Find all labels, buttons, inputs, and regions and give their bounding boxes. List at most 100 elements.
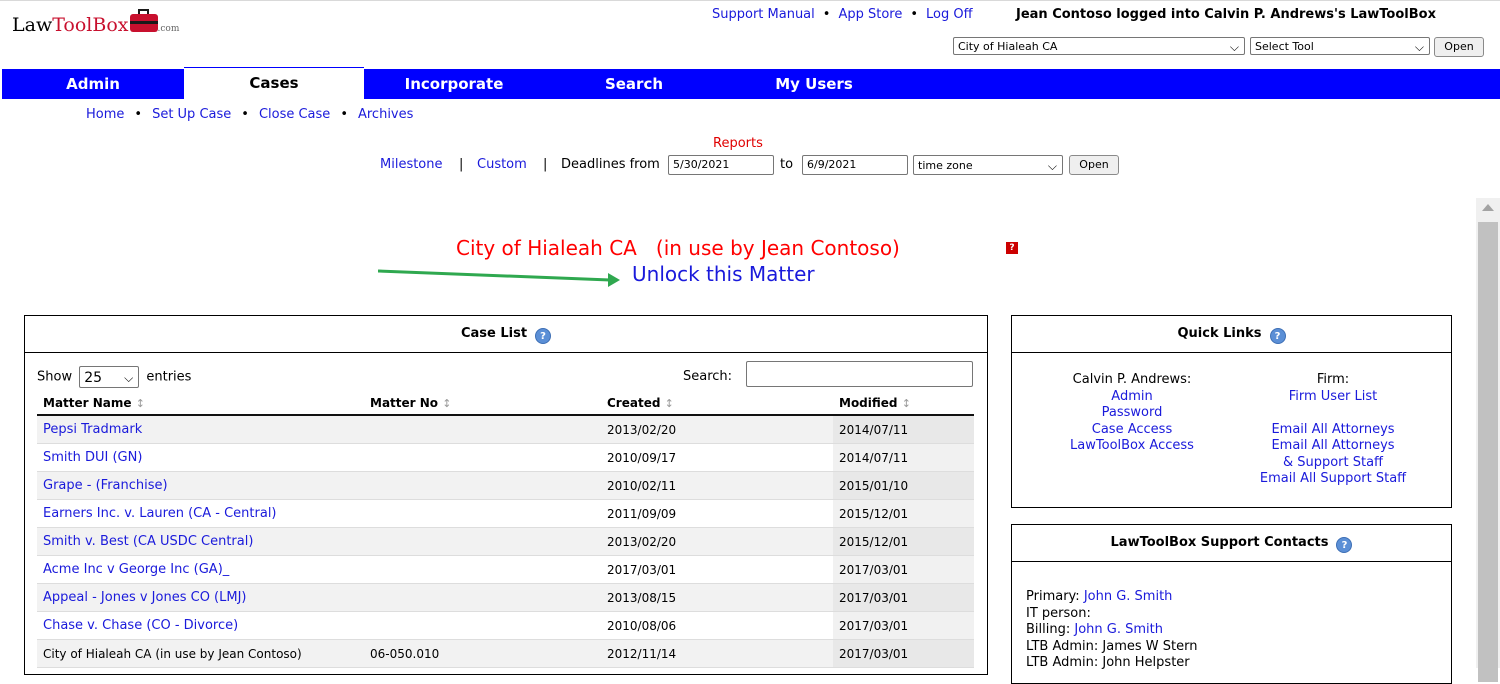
column-header-created[interactable]: Created ↕: [601, 392, 833, 416]
primary-contact-link[interactable]: John G. Smith: [1084, 589, 1173, 604]
bullet-separator: •: [822, 7, 831, 22]
nav-admin[interactable]: Admin: [2, 69, 184, 99]
deadlines-to-date-input[interactable]: 6/9/2021: [802, 155, 908, 175]
matter-name-cell[interactable]: Smith DUI (GN): [37, 443, 364, 472]
help-icon[interactable]: ?: [1336, 537, 1353, 553]
deadlines-from-label: Deadlines from: [561, 157, 660, 172]
scroll-up-arrow-icon[interactable]: [1482, 204, 1494, 211]
matter-name-cell[interactable]: Pepsi Tradmark: [37, 415, 364, 444]
time-zone-select[interactable]: time zone ⌵: [913, 155, 1063, 175]
table-row[interactable]: Smith DUI (GN) 2010/09/17 2014/07/11: [37, 443, 974, 472]
matter-name-cell[interactable]: Grape - (Franchise): [37, 471, 364, 500]
table-row[interactable]: Grape - (Franchise) 2010/02/11 2015/01/10: [37, 471, 974, 500]
column-label: Matter No: [370, 396, 439, 410]
entries-select[interactable]: 25 ⌵: [79, 366, 140, 388]
column-header-matter-no[interactable]: Matter No ↕: [364, 392, 601, 416]
table-row[interactable]: Acme Inc v George Inc (GA)_ 2017/03/01 201…: [37, 555, 974, 584]
deadlines-from-date-input[interactable]: 5/30/2021: [668, 155, 774, 175]
to-label: to: [780, 157, 794, 172]
case-search-input[interactable]: [746, 361, 973, 387]
matter-name-cell[interactable]: Earners Inc. v. Lauren (CA - Central): [37, 499, 364, 528]
table-row[interactable]: Earners Inc. v. Lauren (CA - Central) 201…: [37, 499, 974, 528]
matter-name-cell[interactable]: Smith v. Best (CA USDC Central): [37, 527, 364, 556]
modified-cell: 2014/07/11: [833, 443, 974, 472]
billing-contact: Billing: John G. Smith: [1026, 622, 1197, 639]
help-icon[interactable]: ?: [1269, 328, 1286, 344]
show-label: Show: [37, 369, 73, 385]
matter-no-cell: [364, 499, 601, 528]
support-contacts-title: LawToolBox Support Contacts: [1110, 535, 1329, 550]
case-list-header: Case List?: [25, 316, 987, 353]
subnav-home[interactable]: Home: [86, 107, 124, 122]
primary-contact: Primary: John G. Smith: [1026, 589, 1197, 606]
help-icon[interactable]: ?: [1006, 242, 1018, 254]
log-off-link[interactable]: Log Off: [926, 7, 973, 22]
password-link[interactable]: Password: [1042, 405, 1222, 422]
scrollbar-thumb[interactable]: [1478, 222, 1498, 682]
logo-text-toolbox: ToolBox: [52, 14, 129, 36]
milestone-link[interactable]: Milestone: [380, 157, 443, 172]
toolbox-icon: [129, 9, 158, 32]
ltb-admin-2: LTB Admin: John Helpster: [1026, 655, 1190, 670]
nav-cases[interactable]: Cases: [184, 67, 364, 100]
lawtoolbox-access-link[interactable]: LawToolBox Access: [1042, 438, 1222, 455]
matter-name-cell[interactable]: Appeal - Jones v Jones CO (LMJ): [37, 583, 364, 612]
search-label: Search:: [683, 369, 733, 384]
table-row[interactable]: Appeal - Jones v Jones CO (LMJ) 2013/08/1…: [37, 583, 974, 612]
column-header-matter-name[interactable]: Matter Name ↕: [37, 392, 364, 416]
case-table: Matter Name ↕ Matter No ↕ Created ↕ Modi…: [37, 392, 974, 668]
unlock-matter-link[interactable]: Unlock this Matter: [632, 262, 815, 286]
nav-incorporate[interactable]: Incorporate: [364, 69, 544, 99]
open-tool-button[interactable]: Open: [1434, 37, 1484, 57]
page-scrollbar[interactable]: [1476, 198, 1500, 682]
matter-select[interactable]: City of Hialeah CA ⌵: [953, 37, 1245, 55]
sort-icon: ↕: [135, 397, 145, 410]
modified-cell: 2014/07/11: [833, 415, 974, 444]
firm-user-list-link[interactable]: Firm User List: [1242, 389, 1424, 406]
lawtoolbox-logo[interactable]: LawToolBox .com: [12, 9, 179, 36]
help-icon[interactable]: ?: [535, 328, 552, 344]
table-row[interactable]: Chase v. Chase (CO - Divorce) 2010/08/06 2…: [37, 611, 974, 640]
support-contacts-header: LawToolBox Support Contacts?: [1012, 525, 1451, 562]
table-row[interactable]: Pepsi Tradmark 2013/02/20 2014/07/11: [37, 415, 974, 444]
modified-cell: 2017/03/01: [833, 555, 974, 584]
column-label: Created: [607, 396, 661, 410]
created-cell: 2013/02/20: [601, 415, 833, 444]
subnav-close-case[interactable]: Close Case: [259, 107, 330, 122]
matter-name-cell: City of Hialeah CA (in use by Jean Conto…: [37, 639, 364, 668]
matter-select-value: City of Hialeah CA: [958, 40, 1058, 53]
table-row[interactable]: Smith v. Best (CA USDC Central) 2013/02/2…: [37, 527, 974, 556]
custom-link-label[interactable]: Custom: [477, 157, 527, 172]
milestone-link-label[interactable]: Milestone: [380, 157, 443, 172]
column-header-modified[interactable]: Modified ↕: [833, 392, 974, 416]
email-support-staff-link[interactable]: Email All Support Staff: [1242, 471, 1424, 488]
app-store-link[interactable]: App Store: [838, 7, 902, 22]
column-label: Matter Name: [43, 396, 132, 410]
support-contacts-body: Primary: John G. Smith IT person: Billin…: [1026, 589, 1197, 672]
admin-link[interactable]: Admin: [1042, 389, 1222, 406]
subnav-set-up-case[interactable]: Set Up Case: [152, 107, 231, 122]
tool-select[interactable]: Select Tool ⌵: [1250, 37, 1430, 55]
billing-contact-link[interactable]: John G. Smith: [1074, 622, 1163, 637]
email-all-attorneys-link[interactable]: Email All Attorneys: [1242, 422, 1424, 439]
nav-search[interactable]: Search: [544, 69, 724, 99]
case-access-link[interactable]: Case Access: [1042, 422, 1222, 439]
matter-name-cell[interactable]: Chase v. Chase (CO - Divorce): [37, 611, 364, 640]
nav-my-users[interactable]: My Users: [724, 69, 904, 99]
table-row[interactable]: City of Hialeah CA (in use by Jean Conto…: [37, 639, 974, 668]
quick-links-panel: Quick Links? Calvin P. Andrews: Admin Pa…: [1011, 315, 1452, 508]
open-reports-button[interactable]: Open: [1069, 155, 1119, 175]
tool-select-value: Select Tool: [1255, 40, 1314, 53]
quick-links-title: Quick Links: [1177, 326, 1262, 341]
matter-no-cell: [364, 471, 601, 500]
subnav-archives[interactable]: Archives: [358, 107, 413, 122]
matter-name-cell[interactable]: Acme Inc v George Inc (GA)_: [37, 555, 364, 584]
chevron-down-icon: ⌵: [1229, 40, 1239, 54]
email-attorneys-support-link[interactable]: Email All Attorneys & Support Staff: [1242, 438, 1424, 471]
support-manual-link[interactable]: Support Manual: [712, 7, 815, 22]
ltb-admin-1: LTB Admin: James W Stern: [1026, 638, 1198, 654]
header-links: Support Manual • App Store • Log Off: [712, 7, 973, 22]
custom-link[interactable]: Custom: [477, 157, 527, 172]
modified-cell: 2015/01/10: [833, 471, 974, 500]
